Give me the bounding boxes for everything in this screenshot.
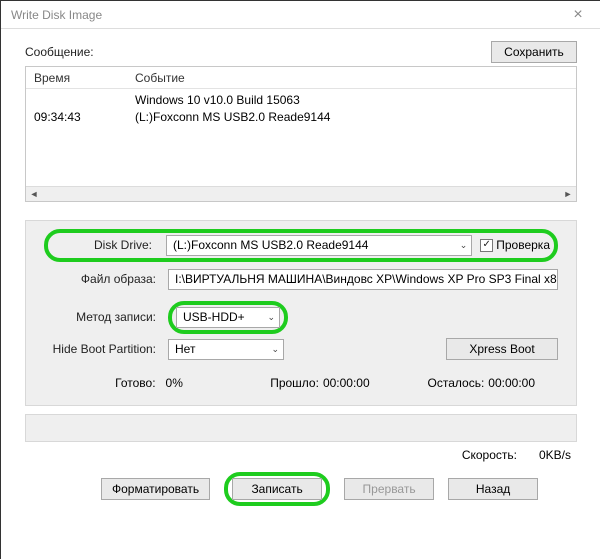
write-method-label: Метод записи: [44,310,162,324]
chevron-down-icon: ⌄ [271,344,279,355]
log-row: 09:34:43 (L:)Foxconn MS USB2.0 Reade9144 [26,108,576,125]
speed-value: 0KB/s [539,448,571,462]
titlebar: Write Disk Image × [1,1,600,29]
write-button[interactable]: Записать [232,478,322,500]
remain-label: Осталось: [407,376,485,390]
chevron-down-icon: ⌄ [267,312,275,323]
highlight-write-button: Записать [224,472,330,506]
xpress-boot-button[interactable]: Xpress Boot [446,338,558,360]
log-row: Windows 10 v10.0 Build 15063 [26,91,576,108]
log-header-time: Время [26,71,131,85]
elapsed-label: Прошло: [239,376,319,390]
image-file-value: I:\ВИРТУАЛЬНЯ МАШИНА\Виндовс XP\Windows … [175,272,558,286]
remain-value: 00:00:00 [488,376,558,390]
window-title: Write Disk Image [11,8,102,22]
speed-label: Скорость: [462,448,517,462]
save-button[interactable]: Сохранить [491,41,577,63]
chevron-down-icon: ⌄ [460,240,468,251]
message-label: Сообщение: [25,45,94,59]
log-box: Время Событие Windows 10 v10.0 Build 150… [25,66,577,202]
disk-drive-value: (L:)Foxconn MS USB2.0 Reade9144 [173,238,368,252]
highlight-disk-drive: Disk Drive: (L:)Foxconn MS USB2.0 Reade9… [44,229,558,262]
scroll-right-icon[interactable]: ► [560,187,576,201]
format-button[interactable]: Форматировать [101,478,210,500]
hide-boot-select[interactable]: Нет ⌄ [168,339,284,360]
log-header: Время Событие [26,67,576,89]
checkbox-box: ✓ [480,239,493,252]
log-hscrollbar[interactable]: ◄ ► [26,186,576,201]
image-file-label: Файл образа: [44,272,162,286]
disk-drive-label: Disk Drive: [52,238,158,252]
controls-panel: Disk Drive: (L:)Foxconn MS USB2.0 Reade9… [25,220,577,406]
abort-button[interactable]: Прервать [344,478,434,500]
progress-bar [25,414,577,442]
verify-label: Проверка [496,238,550,252]
elapsed-value: 00:00:00 [323,376,403,390]
hide-boot-label: Hide Boot Partition: [44,342,162,356]
scroll-left-icon[interactable]: ◄ [26,187,42,201]
highlight-write-method: USB-HDD+ ⌄ [168,301,288,334]
image-file-field[interactable]: I:\ВИРТУАЛЬНЯ МАШИНА\Виндовс XP\Windows … [168,269,558,290]
log-event: (L:)Foxconn MS USB2.0 Reade9144 [131,110,576,124]
log-time: 09:34:43 [26,110,131,124]
scroll-track[interactable] [42,187,560,201]
back-button[interactable]: Назад [448,478,538,500]
ready-value: 0% [166,376,236,390]
close-icon[interactable]: × [563,6,593,24]
hide-boot-value: Нет [175,342,195,356]
write-method-value: USB-HDD+ [183,310,245,324]
ready-label: Готово: [44,376,162,390]
verify-checkbox[interactable]: ✓ Проверка [480,238,550,252]
log-header-event: Событие [131,71,576,85]
log-event: Windows 10 v10.0 Build 15063 [131,93,576,107]
write-method-select[interactable]: USB-HDD+ ⌄ [176,307,280,328]
disk-drive-select[interactable]: (L:)Foxconn MS USB2.0 Reade9144 ⌄ [166,235,472,256]
